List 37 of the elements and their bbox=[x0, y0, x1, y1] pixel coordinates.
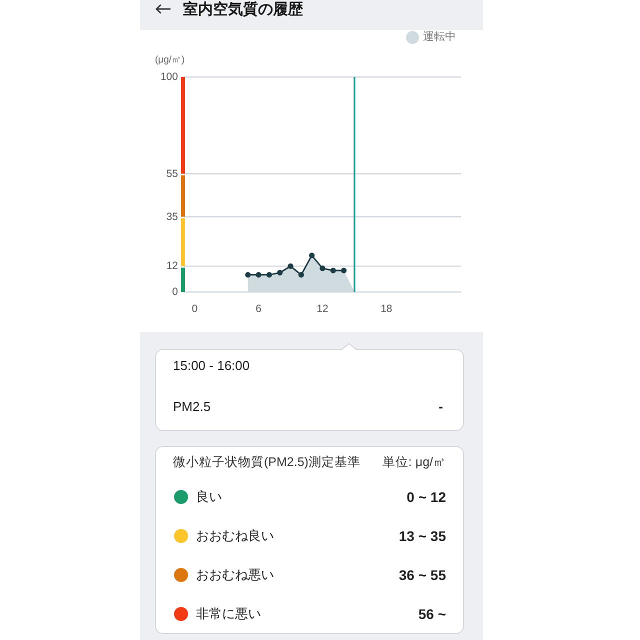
back-arrow-icon[interactable] bbox=[155, 4, 171, 14]
page-title: 室内空気質の履歴 bbox=[183, 1, 303, 19]
range-label: 36 ~ 55 bbox=[398, 566, 446, 582]
pollutant-value: - bbox=[438, 398, 443, 416]
x-axis-label: 0 bbox=[192, 303, 198, 315]
legend-label: 運転中 bbox=[423, 30, 456, 44]
x-axis-label: 18 bbox=[380, 303, 392, 315]
range-label: 56 ~ bbox=[418, 606, 446, 622]
y-axis-unit: (μg/㎥) bbox=[155, 54, 185, 66]
data-point bbox=[288, 263, 294, 269]
data-point bbox=[277, 270, 283, 276]
x-axis-label: 6 bbox=[256, 303, 262, 315]
y-axis-label: 55 bbox=[166, 168, 178, 180]
level-label: おおむね悪い bbox=[196, 566, 274, 584]
legend-swatch-icon bbox=[406, 30, 419, 44]
data-point bbox=[245, 272, 251, 278]
level-label: 良い bbox=[196, 488, 222, 506]
data-point bbox=[320, 266, 326, 272]
time-range-label: 15:00 - 16:00 bbox=[173, 357, 251, 375]
pollutant-label: PM2.5 bbox=[173, 398, 211, 416]
y-axis-label: 100 bbox=[160, 71, 178, 83]
y-axis-label: 12 bbox=[166, 260, 178, 272]
data-point bbox=[298, 272, 304, 278]
level-label: おおむね良い bbox=[196, 526, 274, 544]
data-point bbox=[266, 272, 272, 278]
data-point bbox=[309, 252, 315, 258]
range-label: 0 ~ 12 bbox=[406, 488, 446, 504]
standards-title: 微小粒子状物質(PM2.5)測定基準 bbox=[173, 454, 360, 470]
level-label: 非常に悪い bbox=[196, 604, 261, 622]
data-point bbox=[256, 272, 262, 278]
y-axis-label: 0 bbox=[172, 286, 178, 298]
data-point bbox=[330, 268, 336, 274]
unit-label: 単位: μg/㎥ bbox=[382, 454, 446, 470]
data-point bbox=[341, 268, 347, 274]
range-label: 13 ~ 35 bbox=[398, 528, 446, 544]
x-axis-label: 12 bbox=[316, 303, 328, 315]
y-axis-label: 35 bbox=[166, 210, 178, 223]
